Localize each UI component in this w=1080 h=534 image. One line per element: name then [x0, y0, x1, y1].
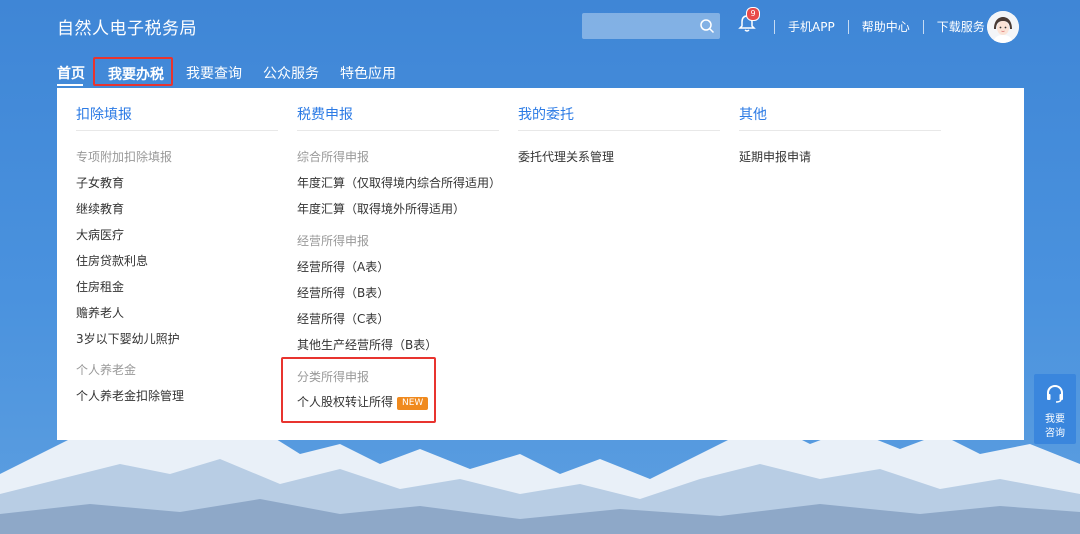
divider [76, 130, 278, 131]
mobile-app-link[interactable]: 手机APP [788, 18, 835, 35]
divider [922, 19, 924, 34]
menu-item[interactable]: 其他生产经营所得（B表） [297, 336, 437, 353]
column-title: 其他 [739, 107, 767, 123]
menu-item[interactable]: 赡养老人 [76, 304, 124, 321]
menu-item[interactable]: 年度汇算（仅取得境内综合所得适用） [297, 174, 501, 191]
search-input[interactable] [582, 13, 698, 37]
menu-item[interactable]: 3岁以下婴幼儿照护 [76, 330, 180, 347]
menu-item[interactable]: 大病医疗 [76, 226, 124, 243]
dropdown-menu-panel: 扣除填报 专项附加扣除填报 子女教育 继续教育 大病医疗 住房贷款利息 住房租金… [57, 88, 1024, 440]
nav-active-underline [57, 84, 83, 86]
headset-icon [1047, 384, 1063, 403]
consult-label-line1: 我要 [1045, 414, 1065, 425]
site-title[interactable]: 自然人电子税务局 [57, 14, 197, 39]
column-title: 扣除填报 [76, 107, 132, 123]
user-avatar-icon [987, 11, 1019, 43]
top-header: 自然人电子税务局 9 手机APP 帮助中心 下载服务 首页 我要办税 我要查询 … [0, 0, 1080, 88]
nav-query[interactable]: 我要查询 [186, 63, 242, 83]
top-links: 手机APP 帮助中心 下载服务 [774, 18, 985, 35]
highlight-box [281, 357, 436, 423]
search-box[interactable] [582, 13, 720, 39]
search-icon[interactable] [699, 18, 715, 34]
divider [774, 19, 775, 34]
download-service-link[interactable]: 下载服务 [937, 18, 985, 35]
menu-item[interactable]: 年度汇算（取得境外所得适用） [297, 200, 465, 217]
menu-item[interactable]: 委托代理关系管理 [518, 148, 614, 165]
nav-public-service[interactable]: 公众服务 [263, 63, 319, 83]
menu-item[interactable]: 个人养老金扣除管理 [76, 387, 184, 404]
menu-item[interactable]: 子女教育 [76, 174, 124, 191]
menu-item[interactable]: 经营所得（A表） [297, 258, 389, 275]
column-title: 税费申报 [297, 107, 353, 123]
section-label: 综合所得申报 [297, 150, 370, 164]
menu-item[interactable]: 继续教育 [76, 200, 124, 217]
menu-item[interactable]: 经营所得（B表） [297, 284, 389, 301]
divider [739, 130, 941, 131]
menu-item[interactable]: 经营所得（C表） [297, 310, 389, 327]
nav-tax-label: 我要办税 [108, 67, 164, 83]
notification-badge: 9 [746, 7, 760, 21]
nav-home[interactable]: 首页 [57, 63, 85, 83]
nav-tax-handling[interactable]: 我要办税 [93, 57, 173, 86]
consult-widget[interactable]: 我要 咨询 [1034, 374, 1076, 444]
consult-label-line2: 咨询 [1045, 428, 1065, 439]
avatar[interactable] [987, 11, 1019, 43]
divider [518, 130, 720, 131]
menu-item[interactable]: 住房贷款利息 [76, 252, 148, 269]
help-center-link[interactable]: 帮助中心 [862, 18, 910, 35]
menu-item[interactable]: 住房租金 [76, 278, 124, 295]
nav-special-apps[interactable]: 特色应用 [340, 63, 396, 83]
section-label: 专项附加扣除填报 [76, 150, 173, 164]
section-label: 个人养老金 [76, 363, 137, 377]
divider [847, 19, 849, 34]
menu-item[interactable]: 延期申报申请 [739, 148, 811, 165]
section-label: 经营所得申报 [297, 234, 370, 248]
column-title: 我的委托 [518, 107, 574, 123]
divider [297, 130, 499, 131]
